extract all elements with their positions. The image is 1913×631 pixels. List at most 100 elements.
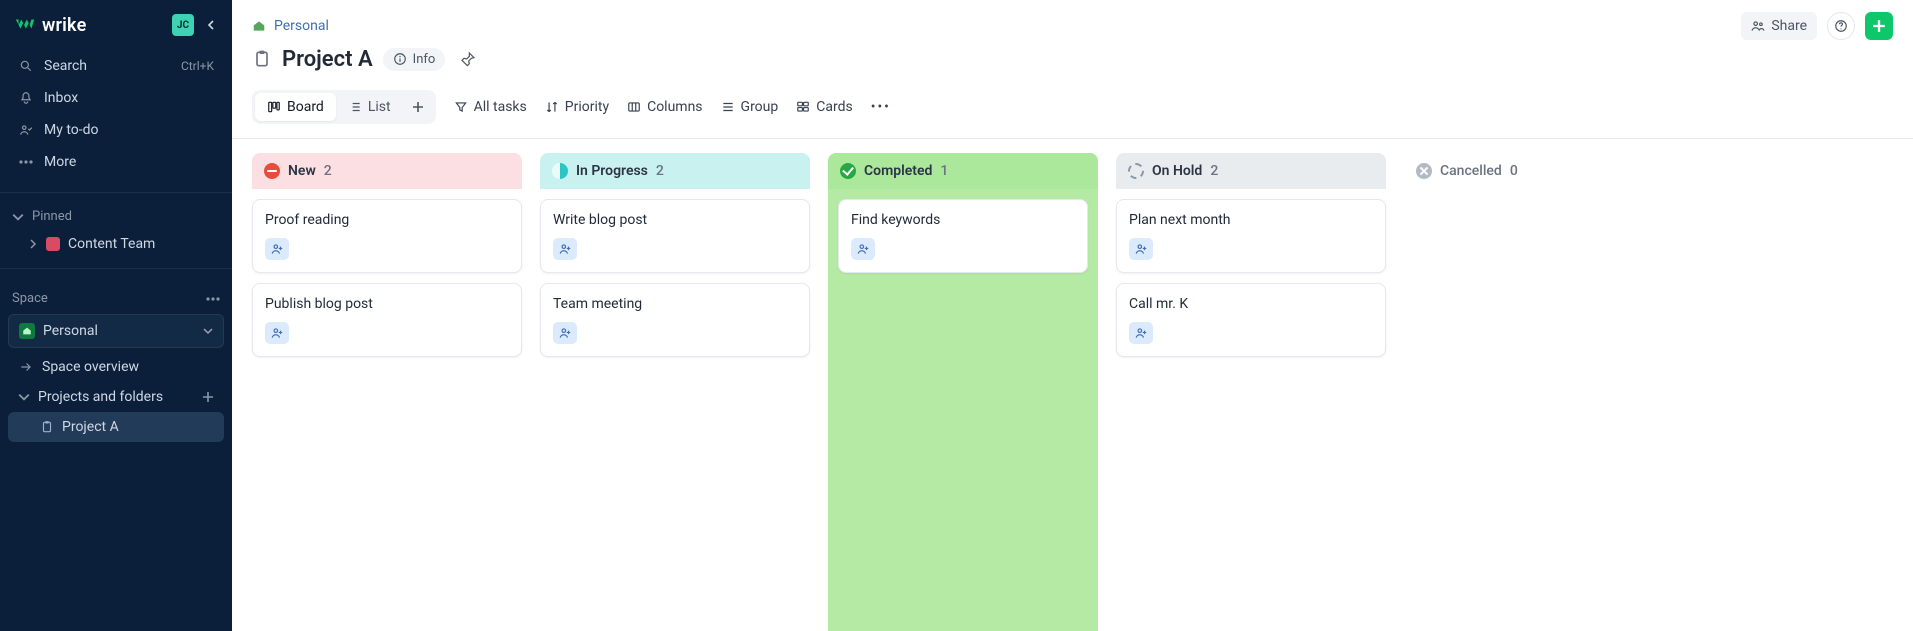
brand-logo[interactable]: wrike (14, 14, 86, 36)
view-list-label: List (368, 99, 391, 115)
add-assignee-button[interactable] (553, 238, 577, 260)
user-avatar[interactable]: JC (172, 14, 194, 36)
columns-label: Columns (647, 99, 702, 115)
cards-label: Cards (816, 99, 852, 115)
add-assignee-button[interactable] (851, 238, 875, 260)
main-area: Personal Share Project A Info (232, 0, 1913, 631)
column-count: 1 (940, 163, 948, 179)
brand-name: wrike (42, 15, 86, 36)
view-switch: Board List (252, 90, 436, 124)
space-menu-button[interactable] (206, 297, 220, 301)
page-title: Project A (282, 47, 373, 72)
plus-icon (412, 101, 424, 113)
folder-color-icon (46, 237, 60, 251)
pinned-item-content-team[interactable]: Content Team (0, 230, 232, 258)
column-header[interactable]: Completed 1 (828, 153, 1098, 189)
sidebar-item-search[interactable]: Search Ctrl+K (8, 50, 224, 82)
share-button[interactable]: Share (1741, 12, 1817, 40)
column-count: 2 (1210, 163, 1218, 179)
clipboard-icon (40, 420, 54, 434)
column-on-hold: On Hold 2 Plan next month Call mr. K (1116, 153, 1386, 631)
status-on-hold-icon (1128, 163, 1144, 179)
ellipsis-icon (206, 297, 220, 301)
task-title: Find keywords (851, 212, 1075, 228)
wrike-logo-icon (14, 14, 36, 36)
group-button[interactable]: Group (721, 99, 779, 115)
task-card[interactable]: Write blog post (540, 199, 810, 273)
sidebar-item-more[interactable]: More (8, 146, 224, 178)
space-section-label: Space (12, 291, 48, 306)
sidebar-item-label: Inbox (44, 90, 78, 106)
user-plus-icon (1134, 326, 1148, 340)
help-button[interactable] (1827, 12, 1855, 40)
add-assignee-button[interactable] (1129, 322, 1153, 344)
task-card[interactable]: Call mr. K (1116, 283, 1386, 357)
group-label: Group (741, 99, 779, 115)
pinned-label: Pinned (32, 209, 72, 224)
filter-label: All tasks (474, 99, 527, 115)
add-assignee-button[interactable] (1129, 238, 1153, 260)
filter-all-tasks[interactable]: All tasks (454, 99, 527, 115)
column-count: 2 (656, 163, 664, 179)
project-tree-item[interactable]: Project A (8, 412, 224, 442)
column-count: 2 (324, 163, 332, 179)
status-new-icon (264, 163, 280, 179)
search-icon (18, 58, 34, 74)
user-check-icon (18, 122, 34, 138)
column-cancelled: Cancelled 0 (1404, 153, 1584, 631)
pin-button[interactable] (455, 46, 481, 72)
sort-priority[interactable]: Priority (545, 99, 609, 115)
task-card[interactable]: Find keywords (838, 199, 1088, 273)
add-assignee-button[interactable] (265, 238, 289, 260)
task-card[interactable]: Plan next month (1116, 199, 1386, 273)
cards-button[interactable]: Cards (796, 99, 852, 115)
sidebar-item-label: Space overview (42, 359, 139, 375)
column-count: 0 (1510, 163, 1518, 179)
user-plus-icon (558, 326, 572, 340)
add-view-button[interactable] (403, 101, 433, 113)
add-project-button[interactable] (202, 391, 214, 403)
task-title: Publish blog post (265, 296, 509, 312)
add-assignee-button[interactable] (265, 322, 289, 344)
column-completed: Completed 1 Find keywords (828, 153, 1098, 631)
sidebar-item-overview[interactable]: Space overview (8, 352, 224, 382)
divider (0, 192, 232, 193)
column-header[interactable]: On Hold 2 (1116, 153, 1386, 189)
sidebar-nav: Search Ctrl+K Inbox My to-do More (0, 46, 232, 182)
sidebar-item-todo[interactable]: My to-do (8, 114, 224, 146)
column-new: New 2 Proof reading Publish blog post (252, 153, 522, 631)
project-label: Project A (62, 419, 119, 435)
arrow-right-icon (18, 359, 34, 375)
group-icon (721, 100, 735, 114)
sidebar-item-label: More (44, 154, 76, 170)
task-card[interactable]: Publish blog post (252, 283, 522, 357)
sidebar-item-inbox[interactable]: Inbox (8, 82, 224, 114)
global-add-button[interactable] (1865, 12, 1893, 40)
add-assignee-button[interactable] (553, 322, 577, 344)
pinned-section-toggle[interactable]: Pinned (0, 203, 232, 230)
info-button[interactable]: Info (383, 48, 446, 71)
info-icon (393, 52, 407, 66)
list-icon (348, 100, 362, 114)
collapse-sidebar-button[interactable] (202, 16, 220, 34)
chevron-left-icon (206, 20, 216, 30)
projects-folder-toggle[interactable]: Projects and folders (8, 382, 224, 412)
columns-icon (627, 100, 641, 114)
kanban-board: New 2 Proof reading Publish blog post In… (232, 139, 1913, 631)
user-plus-icon (856, 242, 870, 256)
breadcrumb[interactable]: Personal (252, 18, 329, 34)
column-header[interactable]: In Progress 2 (540, 153, 810, 189)
plus-icon (1872, 19, 1886, 33)
view-board-tab[interactable]: Board (255, 93, 336, 121)
space-selector[interactable]: Personal (8, 314, 224, 348)
view-list-tab[interactable]: List (336, 93, 403, 121)
column-header[interactable]: New 2 (252, 153, 522, 189)
toolbar-more-button[interactable]: ••• (871, 99, 891, 115)
task-title: Call mr. K (1129, 296, 1373, 312)
columns-button[interactable]: Columns (627, 99, 702, 115)
column-label: In Progress (576, 163, 648, 179)
divider (0, 268, 232, 269)
task-card[interactable]: Team meeting (540, 283, 810, 357)
task-card[interactable]: Proof reading (252, 199, 522, 273)
column-header[interactable]: Cancelled 0 (1404, 153, 1584, 189)
